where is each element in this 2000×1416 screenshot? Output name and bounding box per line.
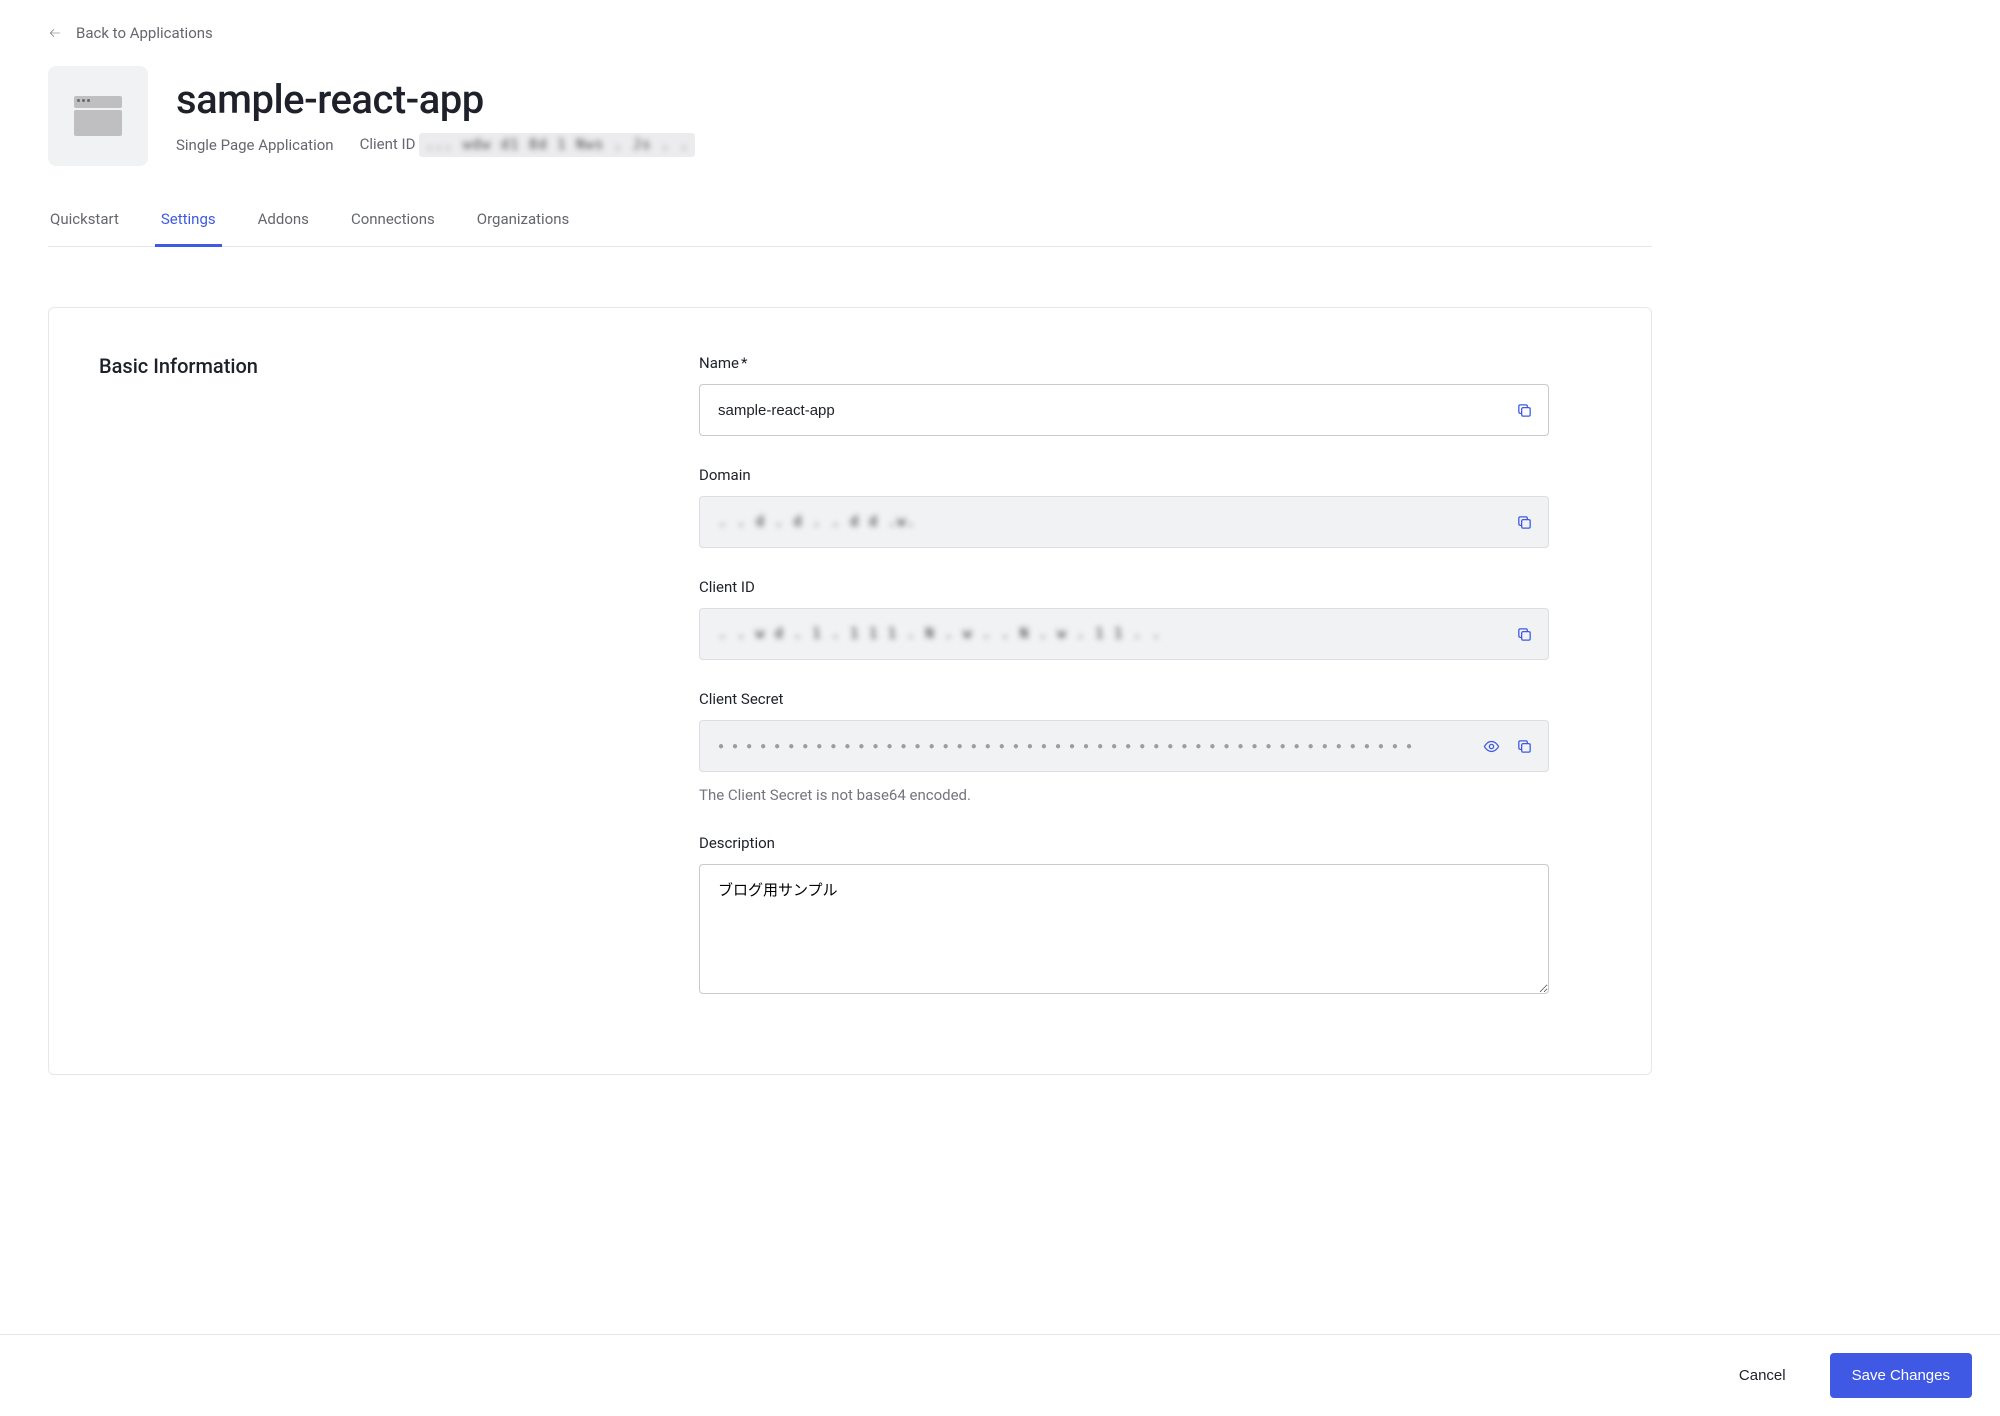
tab-quickstart[interactable]: Quickstart	[48, 210, 121, 246]
client-secret-input-wrapper: ●●●●●●●●●●●●●●●●●●●●●●●●●●●●●●●●●●●●●●●●…	[699, 720, 1549, 772]
name-input[interactable]	[700, 385, 1510, 435]
copy-domain-button[interactable]	[1510, 497, 1548, 547]
app-type-icon	[48, 66, 148, 166]
footer-action-bar: Cancel Save Changes	[0, 1334, 2000, 1416]
arrow-left-icon	[48, 26, 62, 40]
client-secret-help: The Client Secret is not base64 encoded.	[699, 786, 1549, 804]
domain-input-wrapper: . . d . d . . d d .w.	[699, 496, 1549, 548]
client-secret-value: ●●●●●●●●●●●●●●●●●●●●●●●●●●●●●●●●●●●●●●●●…	[700, 741, 1472, 752]
client-secret-label: Client Secret	[699, 690, 1549, 708]
copy-name-button[interactable]	[1510, 385, 1548, 435]
reveal-client-secret-button[interactable]	[1472, 721, 1510, 771]
tab-addons[interactable]: Addons	[256, 210, 311, 246]
copy-client-secret-button[interactable]	[1510, 721, 1548, 771]
domain-value: . . d . d . . d d .w.	[700, 514, 1510, 530]
description-textarea[interactable]	[699, 864, 1549, 994]
section-title: Basic Information	[99, 354, 659, 378]
app-title: sample-react-app	[176, 76, 695, 123]
name-label: Name*	[699, 354, 1549, 372]
domain-label: Domain	[699, 466, 1549, 484]
app-type-label: Single Page Application	[176, 136, 334, 154]
save-changes-button[interactable]: Save Changes	[1830, 1353, 1972, 1398]
name-input-wrapper	[699, 384, 1549, 436]
client-id-meta: Client ID ... wdw d1 8d 1 Nws . Js . . d…	[360, 133, 696, 157]
basic-information-card: Basic Information Name* Domain . . d . d…	[48, 307, 1652, 1075]
back-link-label: Back to Applications	[76, 24, 213, 42]
client-id-chip[interactable]: ... wdw d1 8d 1 Nws . Js . . dW	[419, 133, 695, 157]
app-tabs: Quickstart Settings Addons Connections O…	[48, 210, 1652, 247]
tab-connections[interactable]: Connections	[349, 210, 437, 246]
copy-client-id-button[interactable]	[1510, 609, 1548, 659]
client-id-input-wrapper: . . w d . 1 . 1 1 1 . N . w . . N . w . …	[699, 608, 1549, 660]
client-id-value: . . w d . 1 . 1 1 1 . N . w . . N . w . …	[700, 626, 1510, 642]
tab-settings[interactable]: Settings	[159, 210, 218, 246]
description-label: Description	[699, 834, 1549, 852]
back-to-applications-link[interactable]: Back to Applications	[48, 24, 213, 42]
client-id-label: Client ID	[699, 578, 1549, 596]
tab-organizations[interactable]: Organizations	[475, 210, 572, 246]
cancel-button[interactable]: Cancel	[1717, 1353, 1808, 1398]
